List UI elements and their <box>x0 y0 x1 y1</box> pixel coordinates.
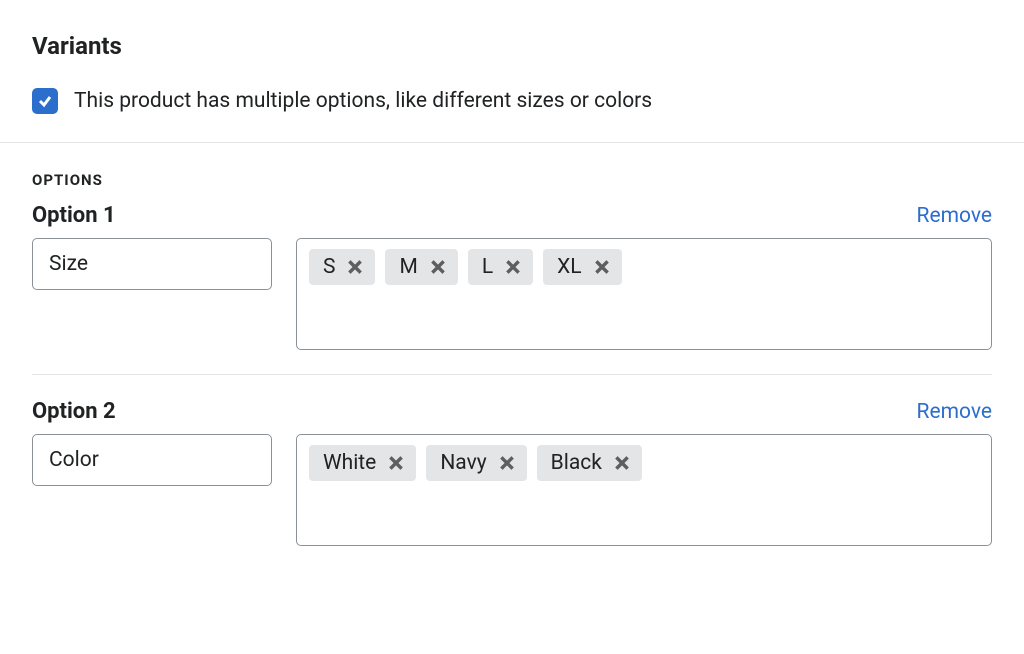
tag-label: M <box>399 255 417 279</box>
options-heading: OPTIONS <box>32 171 992 189</box>
option-block-2: Option 2 Remove White Navy Black <box>32 399 992 546</box>
tag-label: XL <box>557 255 581 279</box>
option-title: Option 1 <box>32 203 116 228</box>
variants-heading: Variants <box>32 32 992 60</box>
multiple-options-checkbox[interactable] <box>32 88 58 114</box>
multiple-options-label: This product has multiple options, like … <box>74 89 652 113</box>
tag-remove-button[interactable] <box>612 453 632 473</box>
close-icon <box>504 258 522 276</box>
option-value-tag: L <box>468 249 533 285</box>
option-divider <box>32 374 992 375</box>
section-divider <box>0 142 1024 143</box>
tag-label: S <box>323 255 335 279</box>
option-header: Option 1 Remove <box>32 203 992 228</box>
option-header: Option 2 Remove <box>32 399 992 424</box>
option-value-tag: M <box>385 249 457 285</box>
tag-remove-button[interactable] <box>497 453 517 473</box>
option-name-input[interactable] <box>32 434 272 486</box>
tag-remove-button[interactable] <box>345 257 365 277</box>
close-icon <box>613 454 631 472</box>
option-block-1: Option 1 Remove S M L XL <box>32 203 992 350</box>
option-values-field[interactable]: White Navy Black <box>296 434 992 546</box>
option-row: S M L XL <box>32 238 992 350</box>
close-icon <box>593 258 611 276</box>
tag-label: Black <box>551 451 602 475</box>
remove-option-button[interactable]: Remove <box>917 400 993 424</box>
remove-option-button[interactable]: Remove <box>917 204 993 228</box>
tag-label: White <box>323 451 376 475</box>
tag-remove-button[interactable] <box>592 257 612 277</box>
option-name-input[interactable] <box>32 238 272 290</box>
option-values-field[interactable]: S M L XL <box>296 238 992 350</box>
tag-remove-button[interactable] <box>503 257 523 277</box>
close-icon <box>498 454 516 472</box>
close-icon <box>346 258 364 276</box>
option-title: Option 2 <box>32 399 116 424</box>
tag-label: L <box>482 255 493 279</box>
option-value-tag: Navy <box>426 445 526 481</box>
close-icon <box>429 258 447 276</box>
option-value-tag: White <box>309 445 416 481</box>
option-row: White Navy Black <box>32 434 992 546</box>
option-value-tag: Black <box>537 445 642 481</box>
multiple-options-row: This product has multiple options, like … <box>32 88 992 114</box>
tag-label: Navy <box>440 451 486 475</box>
option-value-tag: XL <box>543 249 621 285</box>
option-value-tag: S <box>309 249 375 285</box>
close-icon <box>387 454 405 472</box>
tag-remove-button[interactable] <box>386 453 406 473</box>
check-icon <box>37 93 53 109</box>
tag-remove-button[interactable] <box>428 257 448 277</box>
